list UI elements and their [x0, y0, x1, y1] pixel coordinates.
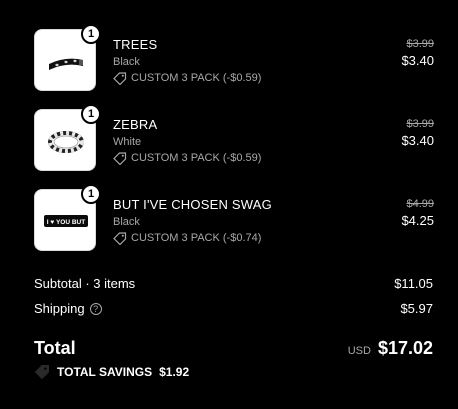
subtotal-label: Subtotal · 3 items: [34, 276, 136, 291]
quantity-badge: 1: [81, 104, 101, 124]
quantity-badge: 1: [81, 24, 101, 44]
total-label: Total: [34, 337, 76, 358]
original-price: $4.99: [406, 198, 434, 210]
savings-value: $1.92: [159, 365, 190, 379]
item-discount: CUSTOM 3 PACK (-$0.59): [113, 152, 261, 165]
tag-icon: [113, 72, 127, 85]
product-thumbnail: 1: [34, 104, 101, 171]
discounted-price: $3.40: [401, 133, 434, 148]
total-row: Total USD $17.02: [34, 337, 433, 359]
shipping-label-group: Shipping?: [34, 301, 102, 316]
item-discount: CUSTOM 3 PACK (-$0.74): [113, 232, 272, 245]
total-amount-group: USD $17.02: [348, 338, 433, 359]
discount-label: CUSTOM 3 PACK (-$0.59): [131, 72, 262, 84]
tag-icon: [113, 152, 127, 165]
original-price: $3.99: [406, 38, 434, 50]
bracelet-text: I ♥ YOU BUT: [47, 219, 85, 226]
item-discount: CUSTOM 3 PACK (-$0.59): [113, 72, 261, 85]
black-bracelet-icon: [49, 58, 83, 70]
cart-line-item: I ♥ YOU BUT 1 BUT I'VE CHOSEN SWAG Black…: [34, 184, 434, 251]
cart-line-item: 1 TREES Black CUSTOM 3 PACK (-$0.59) $3.…: [34, 24, 434, 91]
product-thumbnail: I ♥ YOU BUT 1: [34, 184, 101, 251]
total-value: $17.02: [377, 337, 433, 358]
original-price: $3.99: [406, 118, 434, 130]
item-info: ZEBRA White CUSTOM 3 PACK (-$0.59): [113, 117, 261, 165]
item-prices: $3.99 $3.40: [401, 118, 434, 149]
quantity-badge: 1: [81, 184, 101, 204]
help-icon[interactable]: ?: [89, 303, 102, 315]
item-name: BUT I'VE CHOSEN SWAG: [113, 197, 272, 212]
zebra-bracelet-icon: [48, 131, 84, 153]
item-info: BUT I'VE CHOSEN SWAG Black CUSTOM 3 PACK…: [113, 197, 272, 245]
item-name: TREES: [113, 37, 158, 52]
subtotal-value: $11.05: [394, 276, 433, 291]
savings-label: TOTAL SAVINGS: [57, 365, 153, 379]
cart-line-item: 1 ZEBRA White CUSTOM 3 PACK (-$0.59) $3.…: [34, 104, 434, 171]
item-prices: $4.99 $4.25: [401, 198, 434, 229]
item-variant: Black: [113, 56, 140, 68]
item-variant: Black: [113, 216, 140, 228]
currency-code: USD: [347, 344, 371, 357]
savings-tag-icon: [34, 365, 49, 380]
shipping-value: $5.97: [400, 301, 433, 316]
item-info: TREES Black CUSTOM 3 PACK (-$0.59): [113, 37, 261, 85]
shipping-row: Shipping? $5.97: [34, 301, 433, 316]
product-thumbnail: 1: [34, 24, 101, 91]
shipping-label: Shipping: [34, 301, 85, 316]
discounted-price: $4.25: [401, 213, 434, 228]
item-prices: $3.99 $3.40: [401, 38, 434, 69]
discount-label: CUSTOM 3 PACK (-$0.74): [131, 232, 262, 244]
item-variant: White: [113, 136, 142, 148]
discount-label: CUSTOM 3 PACK (-$0.59): [131, 152, 262, 164]
subtotal-row: Subtotal · 3 items $11.05: [34, 276, 433, 291]
total-savings: TOTAL SAVINGS $1.92: [34, 364, 189, 380]
i-love-you-but-bracelet-icon: I ♥ YOU BUT: [44, 215, 88, 227]
tag-icon: [113, 232, 127, 245]
item-name: ZEBRA: [113, 117, 158, 132]
discounted-price: $3.40: [401, 53, 434, 68]
